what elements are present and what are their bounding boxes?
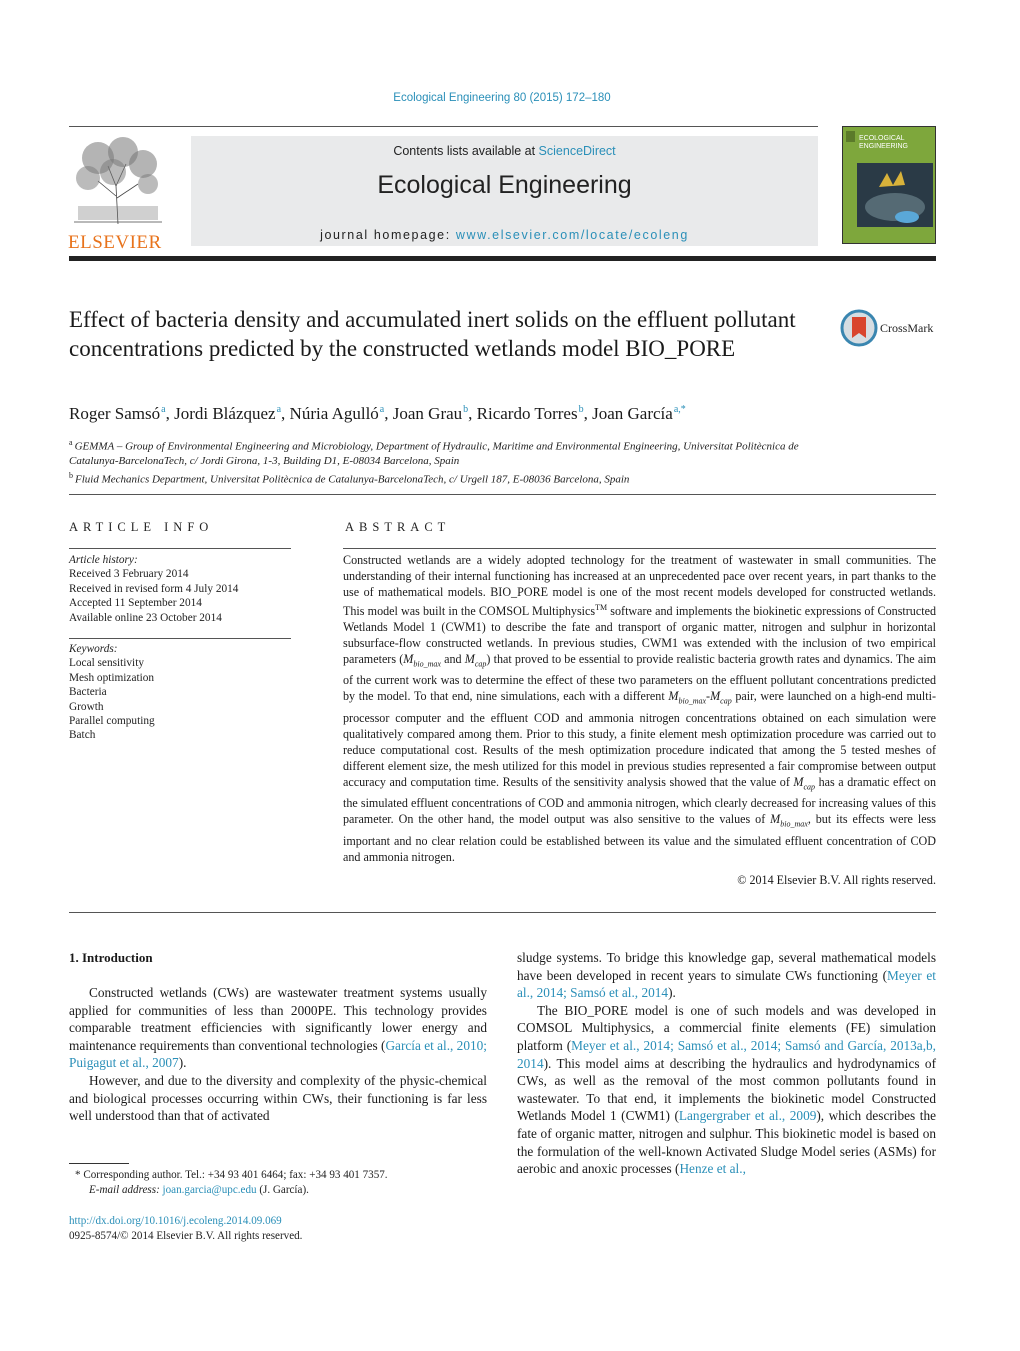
journal-cover-thumbnail[interactable]: ECOLOGICAL ENGINEERING [842,126,936,244]
paragraph: However, and due to the diversity and co… [69,1072,487,1124]
email-note: E-mail address: joan.garcia@upc.edu (J. … [89,1184,309,1196]
article-info-heading: ARTICLE INFO [69,520,214,534]
affiliation: b Fluid Mechanics Department, Universitat… [69,470,630,486]
keyword: Batch [69,729,96,742]
keywords-rule [69,638,291,639]
email-link[interactable]: joan.garcia@upc.edu [163,1184,257,1196]
author[interactable]: Joan Graub [393,404,468,423]
abstract-body: Constructed wetlands are a widely adopte… [343,553,937,864]
doi-link[interactable]: http://dx.doi.org/10.1016/j.ecoleng.2014… [69,1214,302,1229]
keyword: Parallel computing [69,715,155,728]
footnote: * Corresponding author. Tel.: +34 93 401… [69,1168,489,1198]
contents-prefix: Contents lists available at [393,144,539,158]
citation-link[interactable]: Henze et al., [679,1161,745,1176]
paragraph: Constructed wetlands (CWs) are wastewate… [69,985,487,1071]
elsevier-logo: ELSEVIER [68,136,168,253]
header-thick-rule [69,256,936,261]
corresponding-author-note: * Corresponding author. Tel.: +34 93 401… [75,1169,388,1181]
cover-title-1: ECOLOGICAL [859,135,905,142]
keyword: Local sensitivity [69,657,144,670]
history-item: Available online 23 October 2014 [69,611,222,624]
author[interactable]: Joan Garcíaa,* [592,404,686,423]
journal-header-band: Contents lists available at ScienceDirec… [191,136,818,246]
article-title: Effect of bacteria density and accumulat… [69,307,796,361]
header-rule [69,126,818,127]
body-rule [69,912,936,913]
history-item: Received 3 February 2014 [69,568,189,581]
crossmark-badge[interactable]: CrossMark [840,309,940,349]
keywords-label: Keywords: [69,643,118,655]
paragraph: The BIO_PORE model is one of such models… [517,1002,936,1177]
article-info-rule [69,548,291,549]
elsevier-tree-icon [68,136,168,226]
abstract-heading: ABSTRACT [345,520,451,534]
citation-link[interactable]: Langergraber et al., 2009 [679,1108,816,1123]
author[interactable]: Roger Samsóa [69,404,166,423]
contents-line: Contents lists available at ScienceDirec… [191,144,818,158]
history-item: Received in revised form 4 July 2014 [69,582,239,595]
keywords: Keywords: Local sensitivity Mesh optimiz… [69,642,155,743]
author[interactable]: Ricardo Torresb [477,404,584,423]
homepage-link[interactable]: www.elsevier.com/locate/ecoleng [456,228,689,242]
issn-copyright: 0925-8574/© 2014 Elsevier B.V. All right… [69,1230,303,1242]
body-column-right: sludge systems. To bridge this knowledge… [517,949,936,1178]
homepage-prefix: journal homepage: [320,228,456,242]
section-rule [69,494,936,495]
body-column-left: Constructed wetlands (CWs) are wastewate… [69,984,487,1125]
author-list: Roger Samsóa, Jordi Blázqueza, Núria Agu… [69,404,686,423]
elsevier-wordmark: ELSEVIER [68,232,162,253]
history-item: Accepted 11 September 2014 [69,597,202,610]
affiliations: a GEMMA – Group of Environmental Engineer… [69,436,829,487]
history-label: Article history: [69,554,138,566]
journal-cover-image: ECOLOGICAL ENGINEERING [843,127,935,243]
author[interactable]: Núria Agullóa [290,404,385,423]
article-history: Article history: Received 3 February 201… [69,553,238,625]
section-heading-introduction: 1. Introduction [69,950,153,965]
keyword: Mesh optimization [69,671,155,684]
keyword: Growth [69,700,104,713]
journal-title: Ecological Engineering [377,171,632,199]
abstract-copyright: © 2014 Elsevier B.V. All rights reserved… [737,873,936,887]
crossmark-icon [840,309,878,347]
journal-citation[interactable]: Ecological Engineering 80 (2015) 172–180 [0,92,1004,104]
abstract-rule [343,548,936,549]
footnote-rule [69,1163,129,1164]
author[interactable]: Jordi Blázqueza [174,404,281,423]
crossmark-label: CrossMark [880,321,934,335]
doi-block: http://dx.doi.org/10.1016/j.ecoleng.2014… [69,1214,302,1244]
affiliation: a GEMMA – Group of Environmental Engineer… [69,438,799,468]
cover-title-2: ENGINEERING [859,143,908,150]
paragraph: sludge systems. To bridge this knowledge… [517,950,936,1001]
keyword: Bacteria [69,686,107,699]
homepage-line: journal homepage: www.elsevier.com/locat… [191,228,818,242]
sciencedirect-link[interactable]: ScienceDirect [539,144,616,158]
